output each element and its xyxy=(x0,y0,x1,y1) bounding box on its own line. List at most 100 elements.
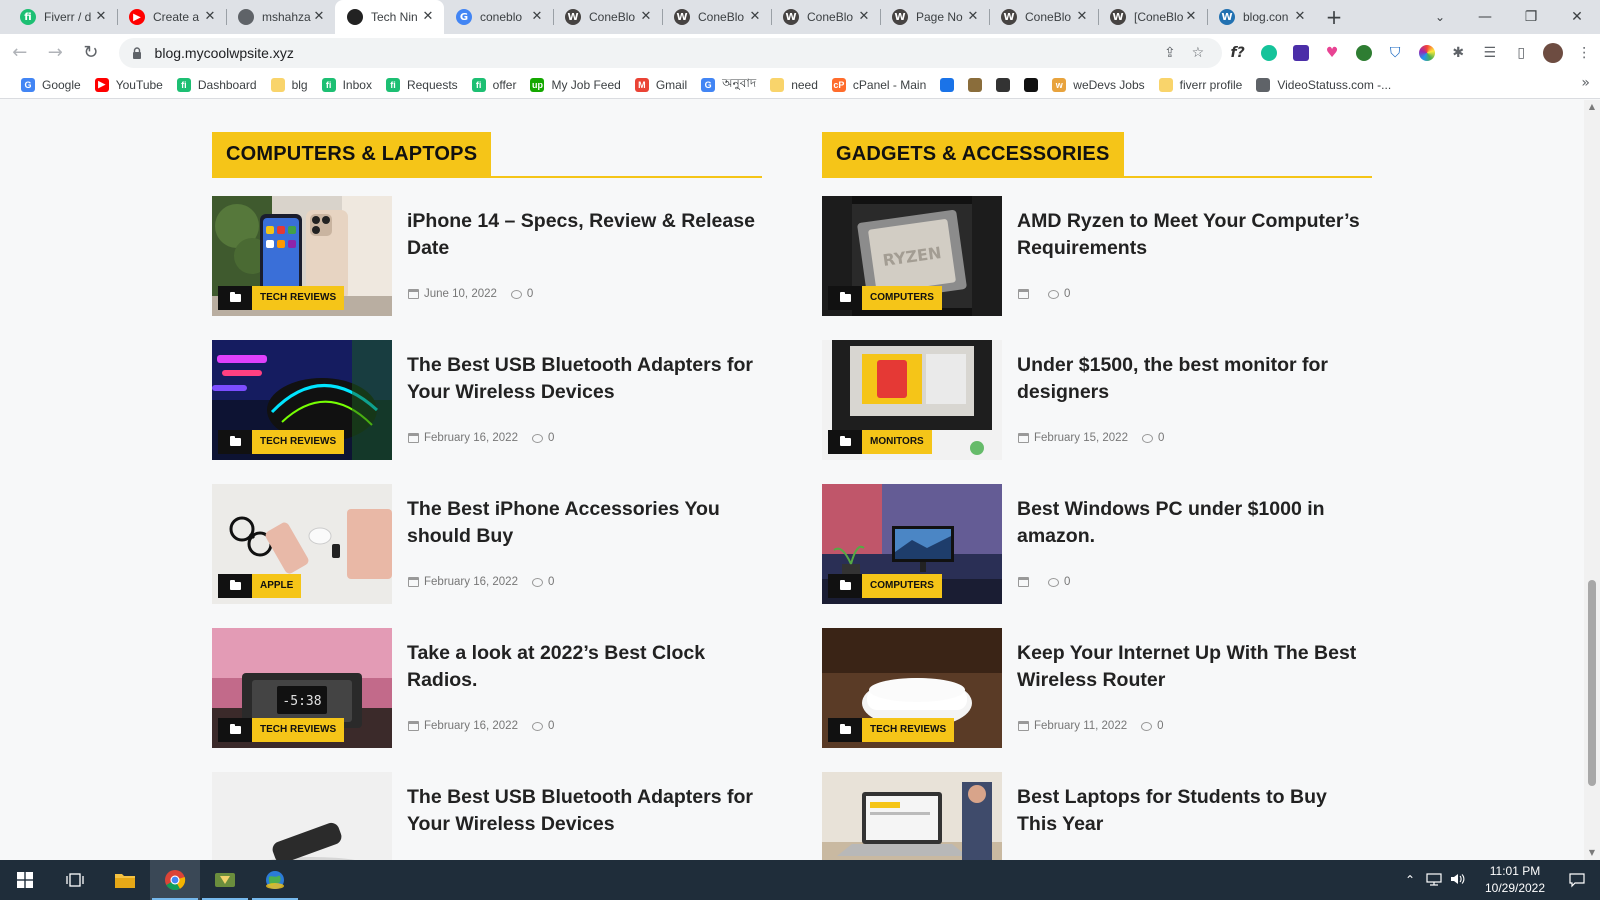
comment-count[interactable]: 0 xyxy=(1064,576,1070,588)
bookmark-item[interactable] xyxy=(989,73,1017,97)
browser-tab[interactable]: Gconeblo ✕ xyxy=(444,0,553,34)
scroll-down-arrow-icon[interactable]: ▼ xyxy=(1584,846,1600,860)
new-tab-button[interactable]: + xyxy=(1316,0,1352,34)
bookmark-item[interactable]: fi Requests xyxy=(379,73,465,97)
category-badge[interactable]: MONITORS xyxy=(828,430,932,454)
bookmark-item[interactable]: ▶ YouTube xyxy=(88,73,170,97)
scroll-up-arrow-icon[interactable]: ▲ xyxy=(1584,100,1600,114)
post-date[interactable]: February 15, 2022 xyxy=(1034,432,1128,444)
post-thumbnail[interactable] xyxy=(822,772,1002,860)
category-badge[interactable]: TECH REVIEWS xyxy=(218,430,345,454)
close-tab-icon[interactable]: ✕ xyxy=(856,9,872,25)
section-heading-label[interactable]: COMPUTERS & LAPTOPS xyxy=(212,132,492,176)
file-explorer-icon[interactable] xyxy=(100,860,150,900)
post-title-link[interactable]: Keep Your Internet Up With The Best Wire… xyxy=(1017,640,1367,694)
browser-tab[interactable]: W [ConeBlo ✕ xyxy=(1098,0,1207,34)
shield-extension-icon[interactable]: ⛉ xyxy=(1379,37,1411,69)
comment-count[interactable]: 0 xyxy=(548,576,554,588)
task-view-icon[interactable] xyxy=(50,860,100,900)
bookmark-item[interactable] xyxy=(961,73,989,97)
post-date[interactable]: June 10, 2022 xyxy=(424,288,497,300)
category-badge[interactable]: TECH REVIEWS xyxy=(218,286,345,310)
browser-tab[interactable]: W Page No ✕ xyxy=(880,0,989,34)
vertical-scrollbar[interactable]: ▲ ▼ xyxy=(1584,100,1600,860)
fonts-extension-icon[interactable]: f? xyxy=(1222,37,1254,69)
forward-button[interactable]: → xyxy=(40,37,72,69)
profile-avatar[interactable] xyxy=(1537,37,1569,69)
post-title-link[interactable]: The Best USB Bluetooth Adapters for Your… xyxy=(407,352,757,406)
close-tab-icon[interactable]: ✕ xyxy=(529,9,545,25)
post-thumbnail[interactable]: MONITORS xyxy=(822,340,1002,460)
more-bookmarks-chevron-icon[interactable]: » xyxy=(1581,75,1590,91)
globe-app-taskbar-icon[interactable] xyxy=(250,860,300,900)
post-date[interactable]: February 11, 2022 xyxy=(1034,720,1127,732)
browser-tab[interactable]: W ConeBlo ✕ xyxy=(771,0,880,34)
bookmark-item[interactable]: up My Job Feed xyxy=(523,73,627,97)
comment-count[interactable]: 0 xyxy=(548,720,554,732)
post-title-link[interactable]: The Best iPhone Accessories You should B… xyxy=(407,496,757,550)
post-title-link[interactable]: The Best USB Bluetooth Adapters for Your… xyxy=(407,784,757,838)
close-tab-icon[interactable]: ✕ xyxy=(965,9,981,25)
bookmark-item[interactable]: fi offer xyxy=(465,73,524,97)
post-title-link[interactable]: Take a look at 2022’s Best Clock Radios. xyxy=(407,640,757,694)
start-windows-icon[interactable] xyxy=(0,860,50,900)
post-title-link[interactable]: AMD Ryzen to Meet Your Computer’s Requir… xyxy=(1017,208,1367,262)
bookmark-item[interactable]: blg xyxy=(264,73,315,97)
share-icon[interactable]: ⇪ xyxy=(1156,45,1184,61)
bookmark-item[interactable]: fi Dashboard xyxy=(170,73,264,97)
show-hidden-icons-chevron-icon[interactable]: ⌃ xyxy=(1399,873,1421,887)
post-thumbnail[interactable]: APPLE xyxy=(212,484,392,604)
bookmark-item[interactable]: need xyxy=(763,73,825,97)
comment-count[interactable]: 0 xyxy=(1158,432,1164,444)
reload-button[interactable]: ↻ xyxy=(75,37,107,69)
tab-search-chevron-icon[interactable]: ⌄ xyxy=(1418,0,1462,34)
close-tab-icon[interactable]: ✕ xyxy=(747,9,763,25)
colorful-extension-icon[interactable] xyxy=(1348,37,1380,69)
close-tab-icon[interactable]: ✕ xyxy=(638,9,654,25)
post-date[interactable]: February 16, 2022 xyxy=(424,720,518,732)
category-badge[interactable]: COMPUTERS xyxy=(828,574,942,598)
bookmark-item[interactable] xyxy=(933,73,961,97)
browser-tab[interactable]: fi Fiverr / d ✕ xyxy=(8,0,117,34)
bookmark-item[interactable]: G Google xyxy=(14,73,88,97)
reading-list-icon[interactable]: ☰ xyxy=(1474,37,1506,69)
lock-icon[interactable] xyxy=(129,45,145,61)
bookmark-item[interactable]: cP cPanel - Main xyxy=(825,73,933,97)
browser-tab[interactable]: mshahza ✕ xyxy=(226,0,335,34)
notification-center-icon[interactable] xyxy=(1554,860,1600,900)
section-heading-label[interactable]: GADGETS & ACCESSORIES xyxy=(822,132,1124,176)
post-thumbnail[interactable]: RYZEN COMPUTERS xyxy=(822,196,1002,316)
post-date[interactable]: February 16, 2022 xyxy=(424,576,518,588)
chrome-taskbar-icon[interactable] xyxy=(150,860,200,900)
comment-count[interactable]: 0 xyxy=(1064,288,1070,300)
color-picker-extension-icon[interactable] xyxy=(1411,37,1443,69)
browser-tab[interactable]: W ConeBlo ✕ xyxy=(989,0,1098,34)
post-title-link[interactable]: iPhone 14 – Specs, Review & Release Date xyxy=(407,208,757,262)
comment-count[interactable]: 0 xyxy=(548,432,554,444)
tracker-extension-icon[interactable] xyxy=(1285,37,1317,69)
post-thumbnail[interactable] xyxy=(212,772,392,860)
system-clock[interactable]: 11:01 PM 10/29/2022 xyxy=(1476,863,1554,897)
browser-tab[interactable]: Tech Nin ✕ xyxy=(335,0,444,34)
post-thumbnail[interactable]: COMPUTERS xyxy=(822,484,1002,604)
post-thumbnail[interactable]: -5:38 TECH REVIEWS xyxy=(212,628,392,748)
bookmark-star-icon[interactable]: ☆ xyxy=(1184,45,1212,61)
scrollbar-thumb[interactable] xyxy=(1588,580,1596,786)
bookmark-item[interactable]: w weDevs Jobs xyxy=(1045,73,1151,97)
post-title-link[interactable]: Under $1500, the best monitor for design… xyxy=(1017,352,1367,406)
comment-count[interactable]: 0 xyxy=(1157,720,1163,732)
bookmark-item[interactable]: fi Inbox xyxy=(315,73,379,97)
category-badge[interactable]: TECH REVIEWS xyxy=(218,718,345,742)
post-thumbnail[interactable]: TECH REVIEWS xyxy=(212,340,392,460)
close-tab-icon[interactable]: ✕ xyxy=(1292,9,1308,25)
close-tab-icon[interactable]: ✕ xyxy=(420,9,436,25)
bookmark-item[interactable]: M Gmail xyxy=(628,73,694,97)
category-badge[interactable]: COMPUTERS xyxy=(828,286,942,310)
side-panel-icon[interactable]: ▯ xyxy=(1505,37,1537,69)
restore-button[interactable]: ❐ xyxy=(1508,0,1554,34)
browser-tab[interactable]: W ConeBlo ✕ xyxy=(553,0,662,34)
close-tab-icon[interactable]: ✕ xyxy=(1074,9,1090,25)
back-button[interactable]: ← xyxy=(4,37,36,69)
post-title-link[interactable]: Best Windows PC under $1000 in amazon. xyxy=(1017,496,1367,550)
bookmark-item[interactable]: fiverr profile xyxy=(1152,73,1250,97)
